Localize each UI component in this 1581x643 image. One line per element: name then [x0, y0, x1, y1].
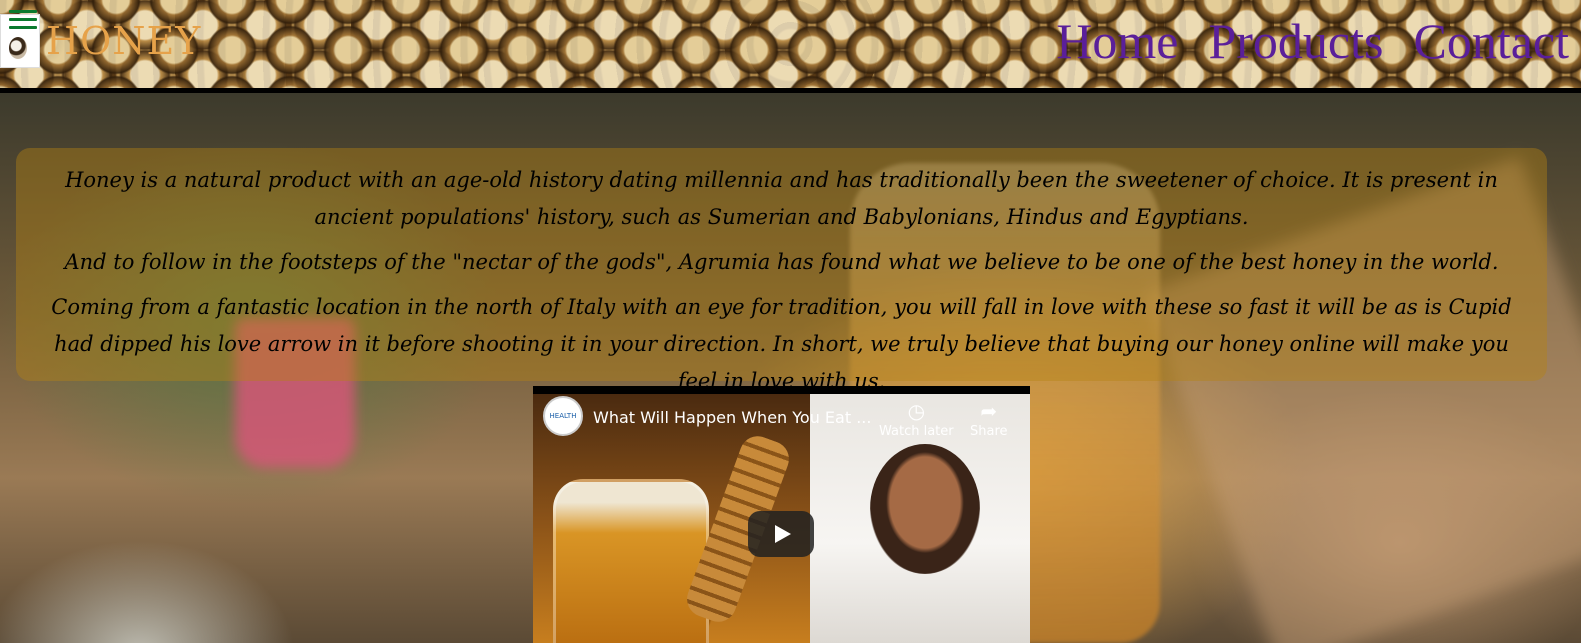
share-label: Share — [970, 424, 1008, 439]
watch-later-button[interactable]: ◷ Watch later — [879, 398, 954, 439]
intro-paragraph-origin: Coming from a fantastic location in the … — [51, 295, 1512, 393]
youtube-embed[interactable]: HEALTH NUTRITION What Will Happen When Y… — [533, 386, 1030, 643]
thumbnail-sleeping-woman — [870, 444, 980, 574]
watch-later-label: Watch later — [879, 424, 954, 439]
share-arrow-icon: ➦ — [980, 399, 998, 423]
channel-avatar[interactable]: HEALTH NUTRITION — [543, 396, 583, 436]
site-header: HONEY Home Products Contact — [0, 0, 1581, 88]
bee-logo-icon — [9, 37, 27, 59]
intro-paragraph-history: Honey is a natural product with an age-o… — [65, 168, 1498, 229]
video-title[interactable]: What Will Happen When You Eat ... — [593, 408, 871, 427]
nav-link-contact[interactable]: Contact — [1413, 16, 1569, 66]
nav-link-home[interactable]: Home — [1056, 16, 1178, 66]
intro-paragraph-nectar: And to follow in the footsteps of the "n… — [64, 250, 1499, 274]
thumbnail-honey-jar — [553, 479, 709, 643]
play-button[interactable] — [748, 511, 814, 557]
share-button[interactable]: ➦ Share — [970, 398, 1008, 439]
video-top-bar — [533, 386, 1030, 394]
main-nav: Home Products Contact — [1056, 16, 1569, 66]
clock-icon: ◷ — [907, 399, 926, 423]
header-divider — [0, 88, 1581, 93]
brand-name: HONEY — [46, 19, 202, 63]
nav-link-products[interactable]: Products — [1208, 16, 1383, 66]
hamburger-menu-icon[interactable] — [9, 10, 37, 32]
intro-panel: Honey is a natural product with an age-o… — [16, 148, 1547, 393]
